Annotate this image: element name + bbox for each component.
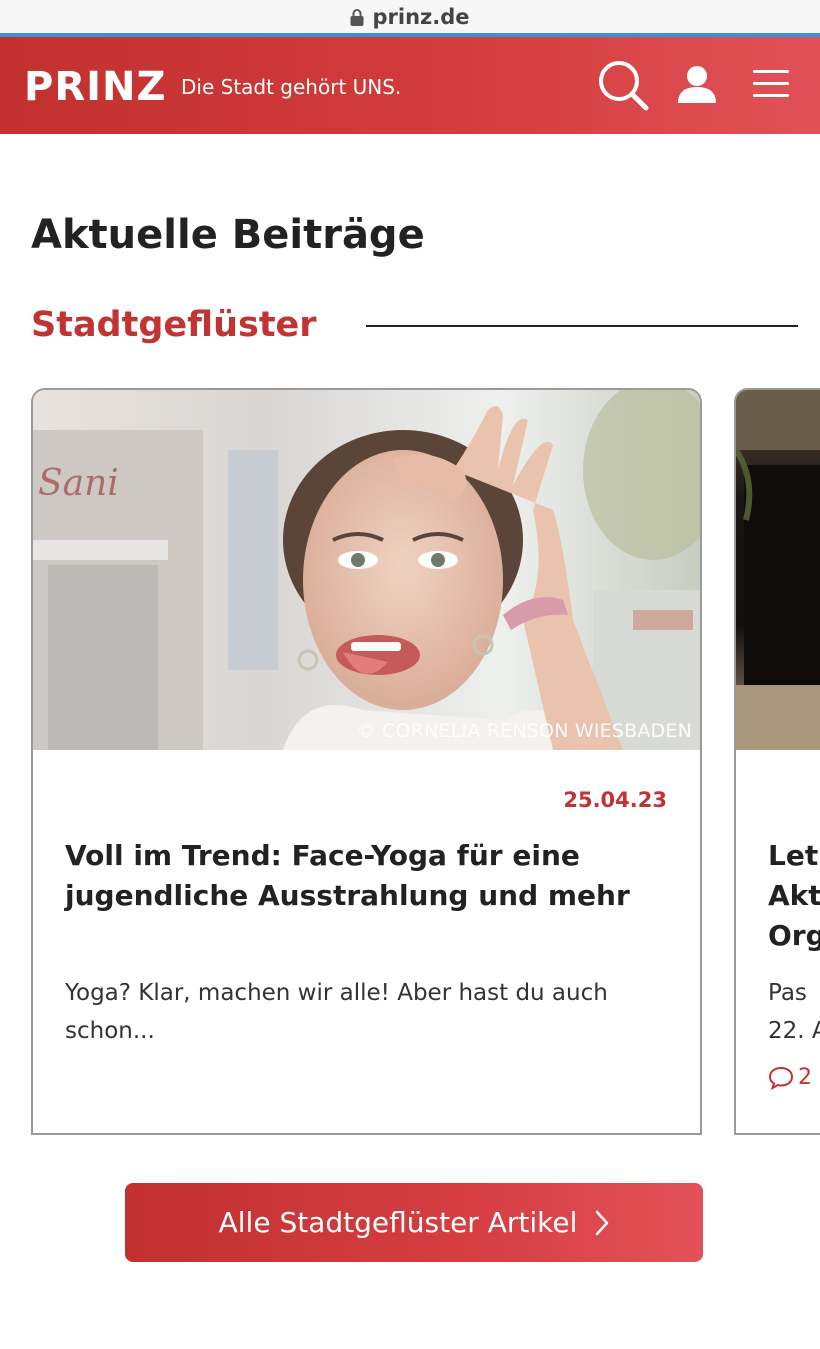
svg-text:Sani: Sani [38,463,119,504]
image-credit: © CORNELIA RENSON WIESBADEN [356,720,692,742]
browser-url-bar[interactable]: prinz.de [0,0,820,33]
article-excerpt: Yoga? Klar, machen wir alle! Aber hast d… [65,980,608,1044]
article-title-next[interactable]: Let Akt Org [768,836,820,956]
site-header: PRINZ Die Stadt gehört UNS. [0,37,820,134]
site-tagline: Die Stadt gehört UNS. [181,75,402,99]
category-divider [366,325,798,327]
comment-icon [768,1066,794,1090]
comment-count[interactable]: 2 [768,1065,812,1090]
user-account-icon[interactable] [677,65,717,110]
url-text: prinz.de [372,4,470,29]
section-title: Aktuelle Beiträge [31,212,425,258]
lock-icon [350,8,364,26]
article-card-next[interactable]: Let Akt Org Pas 22. A 2 [734,388,820,1135]
comment-count-value: 2 [798,1065,812,1090]
hamburger-menu-icon[interactable] [753,68,789,105]
article-card[interactable]: Sani © CORNELIA RENSON WIESBADEN 25.04.2… [31,388,702,1135]
article-image-next[interactable] [736,390,820,750]
all-articles-button[interactable]: Alle Stadtgeflüster Artikel [125,1183,703,1262]
site-logo[interactable]: PRINZ [24,67,166,107]
all-articles-button-label: Alle Stadtgeflüster Artikel [218,1206,578,1239]
search-icon[interactable] [597,59,649,116]
category-title[interactable]: Stadtgeflüster [31,305,317,345]
article-image[interactable]: Sani [33,390,700,750]
article-excerpt-next: Pas 22. A [768,980,820,1044]
article-date: 25.04.23 [563,788,667,812]
chevron-right-icon [595,1210,609,1236]
article-title[interactable]: Voll im Trend: Face-Yoga für eine jugend… [65,836,675,916]
